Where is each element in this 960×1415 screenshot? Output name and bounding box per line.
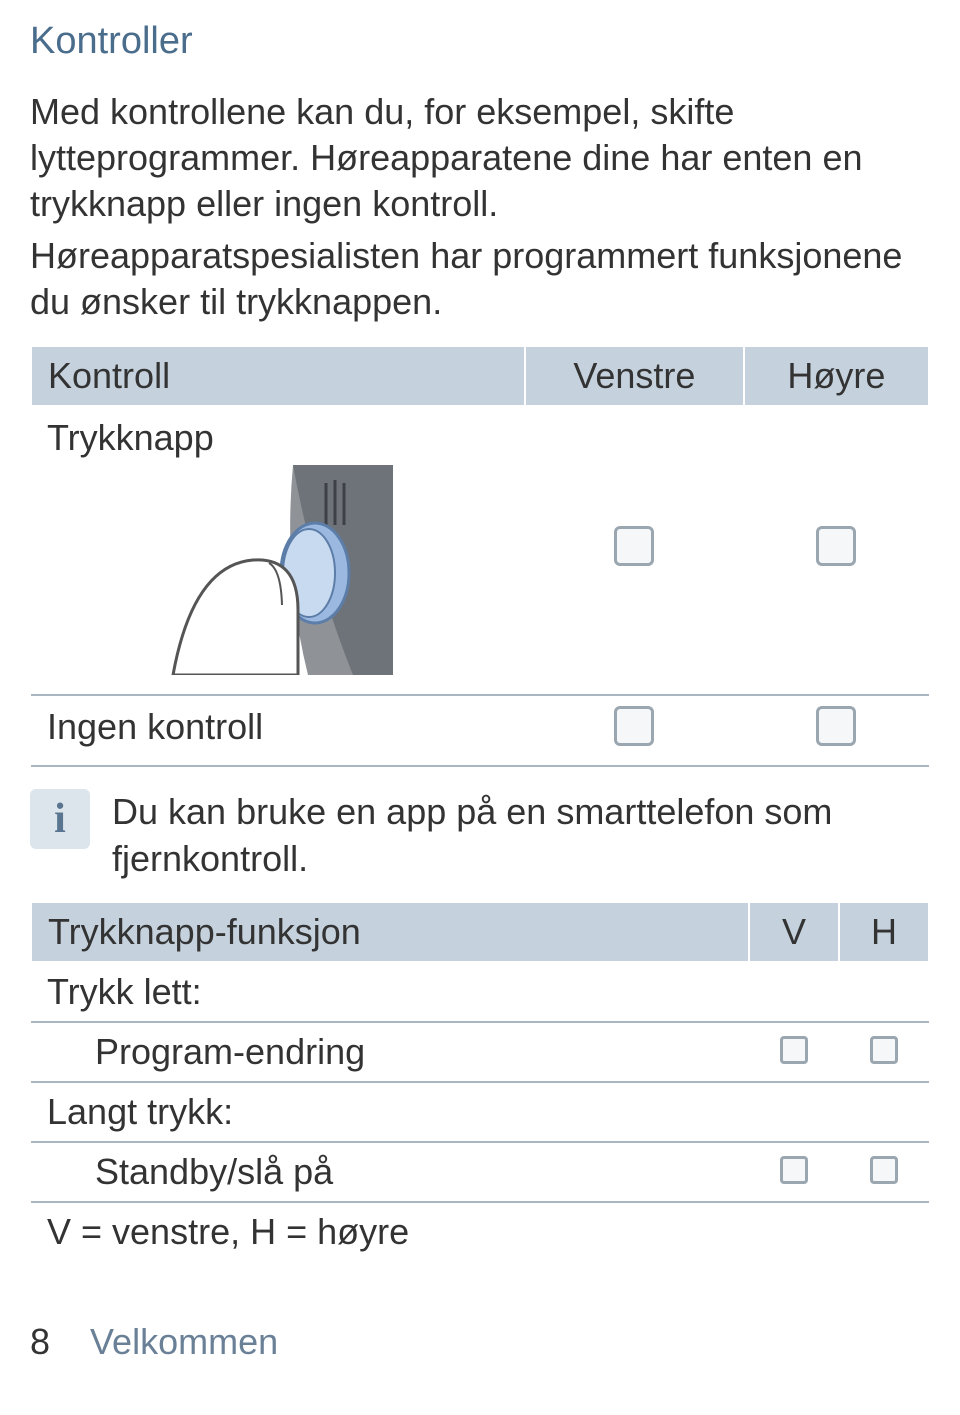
page-number: 8 (30, 1321, 50, 1363)
trykknapp-label: Trykknapp (47, 417, 509, 459)
function-table-header-v: V (749, 902, 839, 962)
trykk-lett-label: Trykk lett: (31, 962, 749, 1022)
program-endring-label: Program-endring (47, 1031, 365, 1073)
control-table: Kontroll Venstre Høyre Trykknapp (30, 345, 930, 767)
function-table-header-h: H (839, 902, 929, 962)
section-name: Velkommen (90, 1321, 278, 1363)
function-table: Trykknapp-funksjon V H Trykk lett: Progr… (30, 901, 930, 1261)
intro-text: Med kontrollene kan du, for eksempel, sk… (30, 89, 930, 325)
intro-paragraph-2: Høreapparatspesialisten har programmert … (30, 233, 930, 325)
langt-trykk-label: Langt trykk: (31, 1082, 749, 1142)
checkbox-standby-h[interactable] (870, 1156, 898, 1184)
info-icon: i (30, 789, 90, 849)
trykknapp-illustration (47, 465, 509, 684)
checkbox-standby-v[interactable] (780, 1156, 808, 1184)
checkbox-program-h[interactable] (870, 1036, 898, 1064)
table-row: Langt trykk: (31, 1082, 929, 1142)
table-row: V = venstre, H = høyre (31, 1202, 929, 1261)
info-note-text: Du kan bruke en app på en smarttelefon s… (112, 789, 930, 883)
standby-label: Standby/slå på (47, 1151, 333, 1193)
intro-paragraph-1: Med kontrollene kan du, for eksempel, sk… (30, 89, 930, 227)
checkbox-ingen-left[interactable] (614, 706, 654, 746)
legend-text: V = venstre, H = høyre (31, 1202, 749, 1261)
table-row: Standby/slå på (31, 1142, 929, 1202)
control-table-header-right: Høyre (744, 346, 929, 406)
function-table-header-row: Trykknapp-funksjon V H (31, 902, 929, 962)
info-note: i Du kan bruke en app på en smarttelefon… (30, 789, 930, 883)
control-table-header-main: Kontroll (31, 346, 525, 406)
pushbutton-icon (163, 465, 393, 675)
table-row: Program-endring (31, 1022, 929, 1082)
table-row: Ingen kontroll (31, 695, 929, 766)
control-table-header-left: Venstre (525, 346, 744, 406)
section-heading: Kontroller (30, 20, 930, 63)
table-row: Trykknapp (31, 406, 929, 695)
checkbox-program-v[interactable] (780, 1036, 808, 1064)
checkbox-trykknapp-left[interactable] (614, 526, 654, 566)
function-table-header-main: Trykknapp-funksjon (31, 902, 749, 962)
table-row: Trykk lett: (31, 962, 929, 1022)
checkbox-trykknapp-right[interactable] (816, 526, 856, 566)
ingen-kontroll-label: Ingen kontroll (31, 695, 525, 766)
checkbox-ingen-right[interactable] (816, 706, 856, 746)
page-footer: 8 Velkommen (30, 1321, 930, 1363)
control-table-header-row: Kontroll Venstre Høyre (31, 346, 929, 406)
